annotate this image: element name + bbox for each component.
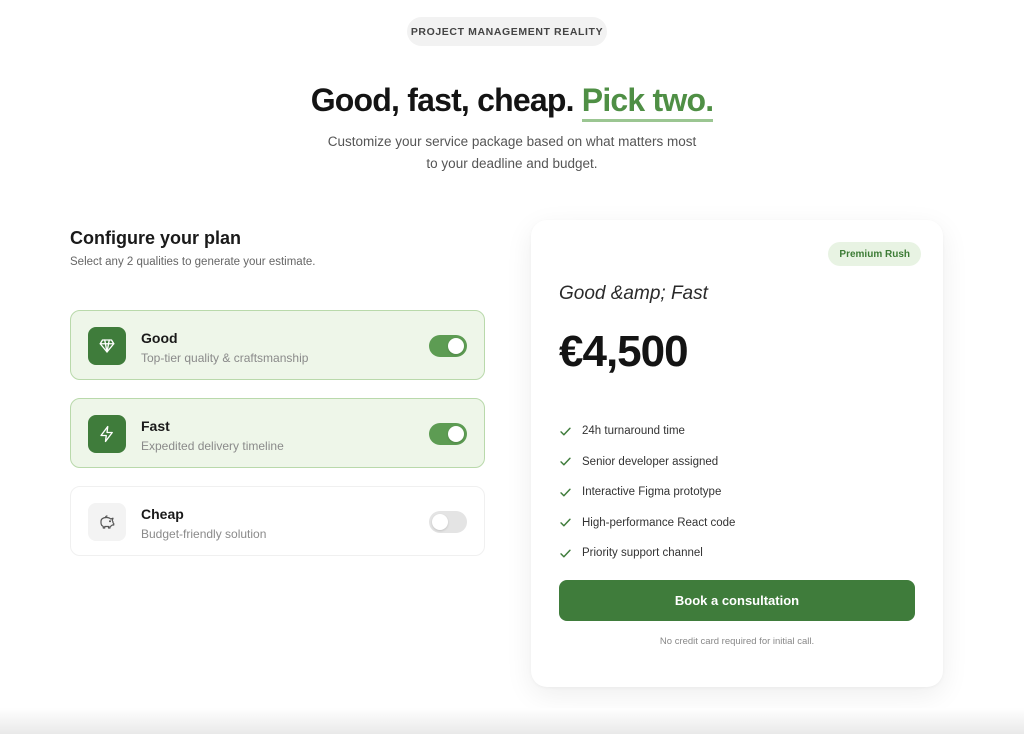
page-subtitle: Customize your service package based on … [312,131,712,175]
feature-item: 24h turnaround time [559,416,735,447]
page-title: Good, fast, cheap. Pick two. [0,82,1024,122]
feature-item: Priority support channel [559,538,735,569]
feature-text: High-performance React code [582,516,736,529]
feature-text: Priority support channel [582,547,703,560]
option-fast[interactable]: Fast Expedited delivery timeline [70,398,485,468]
good-toggle[interactable] [429,335,467,357]
feature-text: 24h turnaround time [582,425,685,438]
feature-item: Senior developer assigned [559,447,735,478]
option-description: Budget-friendly solution [141,527,267,541]
option-title: Fast [141,418,170,434]
cheap-toggle[interactable] [429,511,467,533]
option-title: Good [141,330,178,346]
eyebrow-badge: PROJECT MANAGEMENT REALITY [407,17,607,46]
headline-accent: Pick two. [581,82,714,122]
subtitle-line-1: Customize your service package based on … [327,134,697,149]
plan-name: Good &amp; Fast [559,283,708,304]
subtitle-line-2: to your deadline and budget. [426,156,598,171]
estimate-card: Premium Rush Good &amp; Fast €4,500 24h … [531,220,943,687]
check-icon [560,549,571,558]
config-subtitle: Select any 2 qualities to generate your … [70,256,316,268]
option-good[interactable]: Good Top-tier quality & craftsmanship [70,310,485,380]
fast-toggle[interactable] [429,423,467,445]
option-cheap[interactable]: Cheap Budget-friendly solution [70,486,485,556]
check-icon [560,518,571,527]
check-icon [560,427,571,436]
lightning-icon [88,415,126,453]
check-icon [560,488,571,497]
toggle-knob [448,338,464,354]
cta-note: No credit card required for initial call… [659,636,815,647]
plan-price: €4,500 [559,327,689,376]
book-consultation-button[interactable]: Book a consultation [559,580,915,621]
option-title: Cheap [141,506,184,522]
toggle-knob [432,514,448,530]
config-title: Configure your plan [70,228,241,248]
option-description: Expedited delivery timeline [141,439,284,453]
plan-badge: Premium Rush [828,242,921,266]
bottom-shade [0,708,1024,734]
feature-item: Interactive Figma prototype [559,477,735,508]
diamond-icon [88,327,126,365]
option-description: Top-tier quality & craftsmanship [141,351,309,365]
headline-main: Good, fast, cheap. [310,82,575,118]
piggy-bank-icon [88,503,126,541]
feature-list: 24h turnaround time Senior developer ass… [559,416,735,569]
toggle-knob [448,426,464,442]
feature-text: Senior developer assigned [582,455,719,468]
check-icon [560,457,571,466]
feature-item: High-performance React code [559,508,735,539]
feature-text: Interactive Figma prototype [582,486,722,499]
